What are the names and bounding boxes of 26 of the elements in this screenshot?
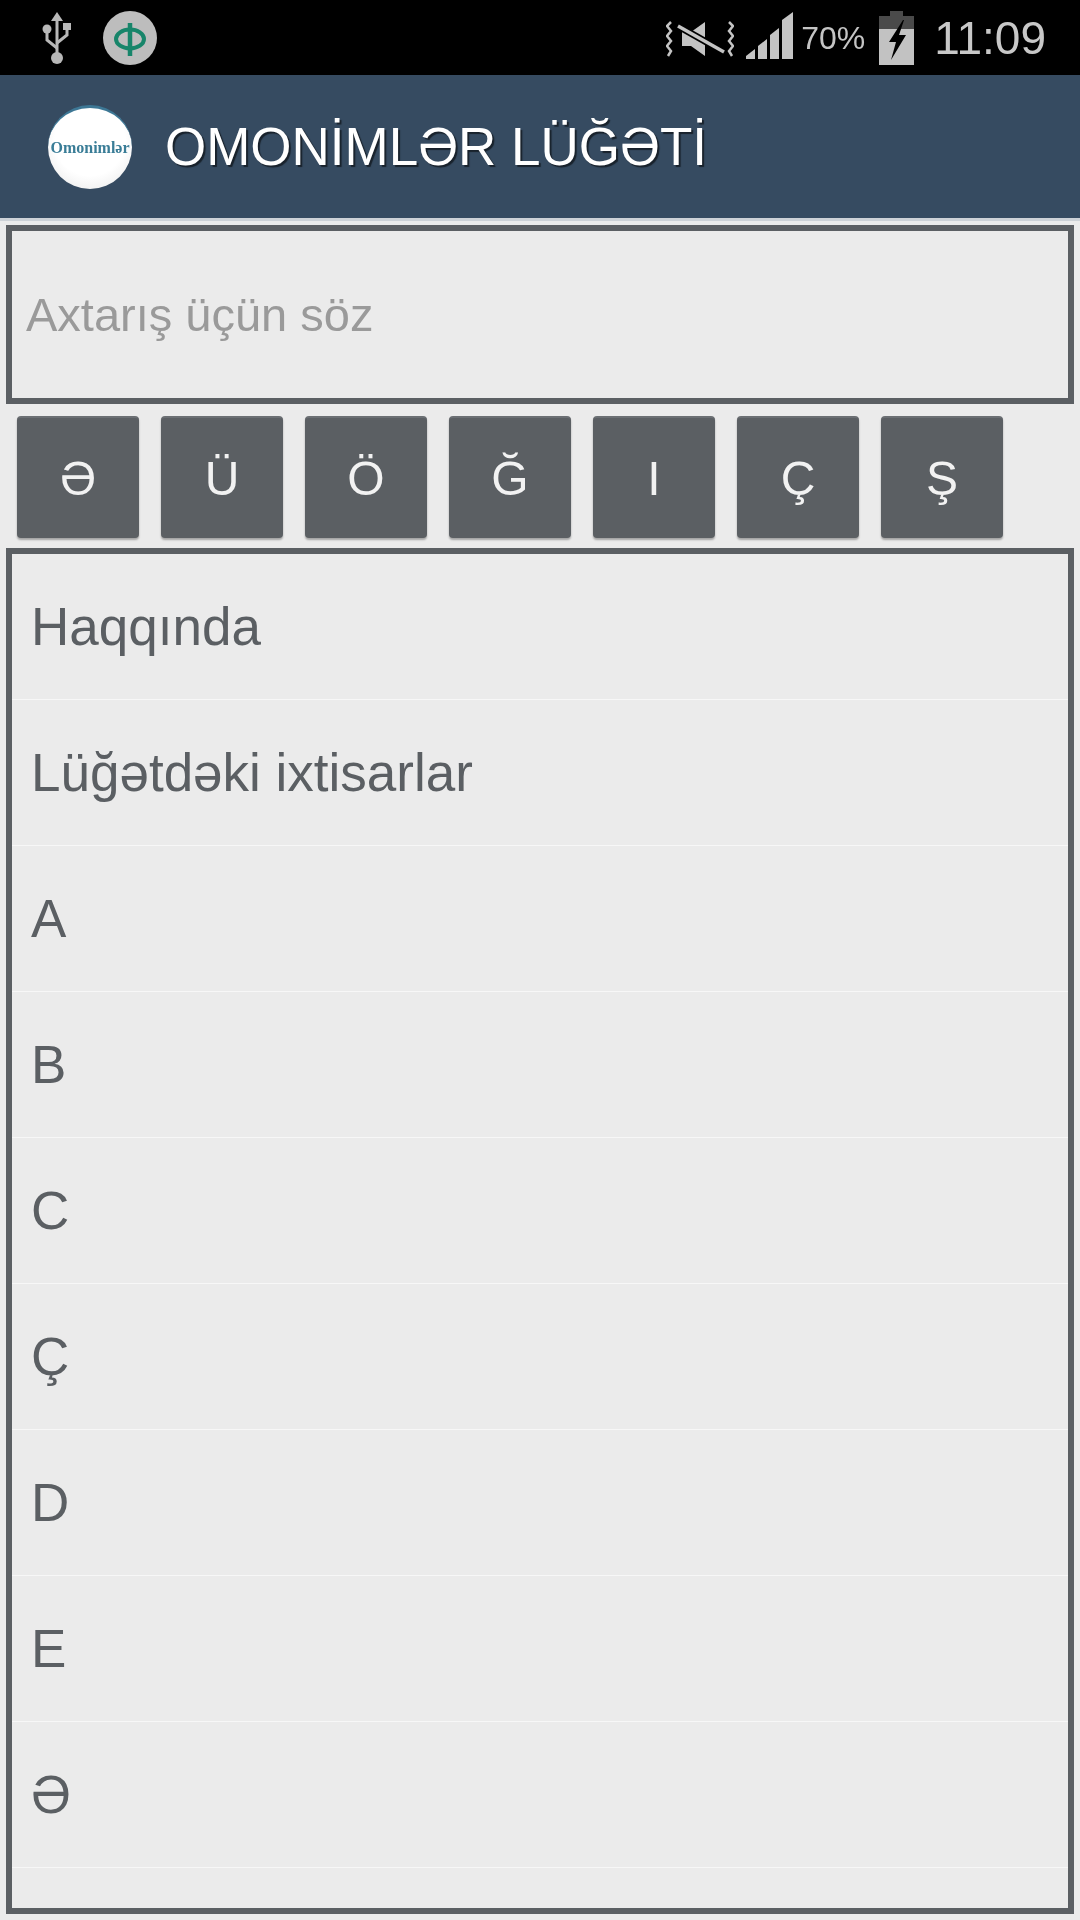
list-item[interactable]: Ç: [12, 1284, 1068, 1430]
letter-button[interactable]: Ş: [881, 416, 1003, 538]
muted-speaker-icon: [666, 21, 735, 57]
list-item[interactable]: D: [12, 1430, 1068, 1576]
list-item[interactable]: B: [12, 992, 1068, 1138]
letter-button[interactable]: Ö: [305, 416, 427, 538]
list-item[interactable]: Haqqında: [12, 554, 1068, 700]
letter-button[interactable]: Ü: [161, 416, 283, 538]
search-field[interactable]: Axtarış üçün söz: [6, 225, 1074, 404]
phi-emblem-icon: [103, 10, 157, 65]
letter-button[interactable]: I: [593, 416, 715, 538]
list-item[interactable]: Ə: [12, 1722, 1068, 1868]
list-item[interactable]: E: [12, 1576, 1068, 1722]
letter-button[interactable]: Ğ: [449, 416, 571, 538]
letter-button[interactable]: Ə: [17, 416, 139, 538]
battery-charging-icon: [879, 10, 915, 65]
list-item[interactable]: A: [12, 846, 1068, 992]
signal-icon: [746, 12, 794, 59]
clock-time: 11:09: [934, 14, 1046, 61]
app-title: OMONİMLƏR LÜĞƏTİ: [165, 115, 708, 178]
list-item[interactable]: Lüğətdəki ixtisarlar: [12, 700, 1068, 846]
usb-icon: [42, 11, 72, 64]
app-logo: Omonimlər: [48, 104, 132, 189]
battery-percent: 70%: [801, 21, 866, 54]
list-item[interactable]: C: [12, 1138, 1068, 1284]
letter-button[interactable]: Ç: [737, 416, 859, 538]
